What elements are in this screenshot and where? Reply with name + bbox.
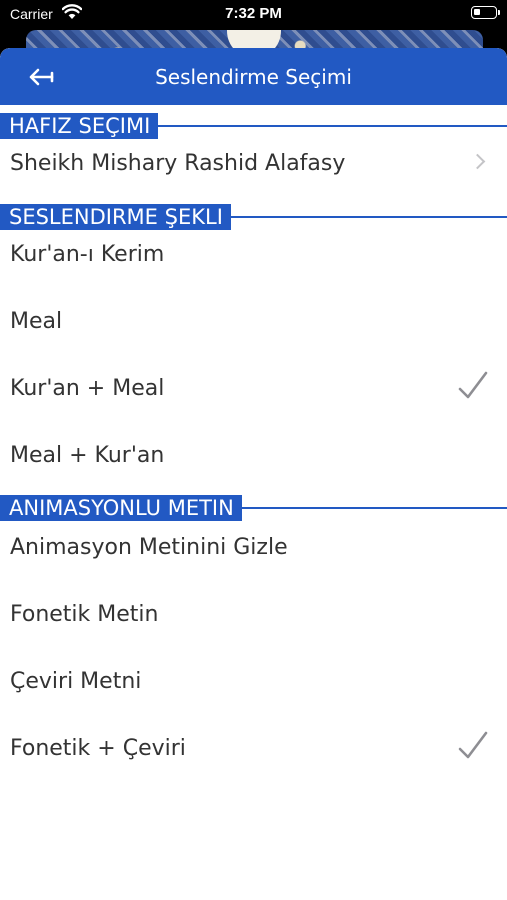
option-label: Çeviri Metni xyxy=(10,669,142,694)
section-header-animated-text: ANIMASYONLU METIN xyxy=(0,495,507,521)
option-hide-text[interactable]: Animasyon Metinini Gizle xyxy=(0,522,507,572)
clock: 7:32 PM xyxy=(225,5,282,22)
option-phonetic[interactable]: Fonetik Metin xyxy=(0,589,507,639)
status-bar: Carrier 7:32 PM xyxy=(0,0,507,30)
reciter-select-row[interactable]: Sheikh Mishary Rashid Alafasy xyxy=(0,138,507,188)
section-title: HAFIZ SEÇIMI xyxy=(0,113,159,139)
option-kuran-meal[interactable]: Kur'an + Meal xyxy=(0,363,507,413)
battery-icon xyxy=(471,6,500,19)
option-kuran[interactable]: Kur'an-ı Kerim xyxy=(0,229,507,279)
section-header-recitation-mode: SESLENDIRME ŞEKLI xyxy=(0,204,507,230)
option-phonetic-translation[interactable]: Fonetik + Çeviri xyxy=(0,723,507,773)
option-translation[interactable]: Çeviri Metni xyxy=(0,656,507,706)
page-title: Seslendirme Seçimi xyxy=(155,65,352,89)
option-label: Kur'an-ı Kerim xyxy=(10,242,165,267)
reciter-name: Sheikh Mishary Rashid Alafasy xyxy=(10,151,346,176)
checkmark-icon xyxy=(458,731,488,759)
option-meal-kuran[interactable]: Meal + Kur'an xyxy=(0,430,507,480)
option-label: Meal + Kur'an xyxy=(10,443,165,468)
option-label: Meal xyxy=(10,309,63,334)
section-title: SESLENDIRME ŞEKLI xyxy=(0,204,231,230)
option-label: Fonetik Metin xyxy=(10,602,159,627)
chevron-right-icon xyxy=(469,153,486,170)
option-meal[interactable]: Meal xyxy=(0,296,507,346)
section-title: ANIMASYONLU METIN xyxy=(0,495,242,521)
option-label: Fonetik + Çeviri xyxy=(10,736,186,761)
section-header-reciter: HAFIZ SEÇIMI xyxy=(0,113,507,139)
option-label: Kur'an + Meal xyxy=(10,376,165,401)
checkmark-icon xyxy=(458,371,488,399)
modal-sheet: Seslendirme Seçimi HAFIZ SEÇIMI Sheikh M… xyxy=(0,48,507,900)
option-label: Animasyon Metinini Gizle xyxy=(10,535,288,560)
navigation-bar: Seslendirme Seçimi xyxy=(0,48,507,105)
